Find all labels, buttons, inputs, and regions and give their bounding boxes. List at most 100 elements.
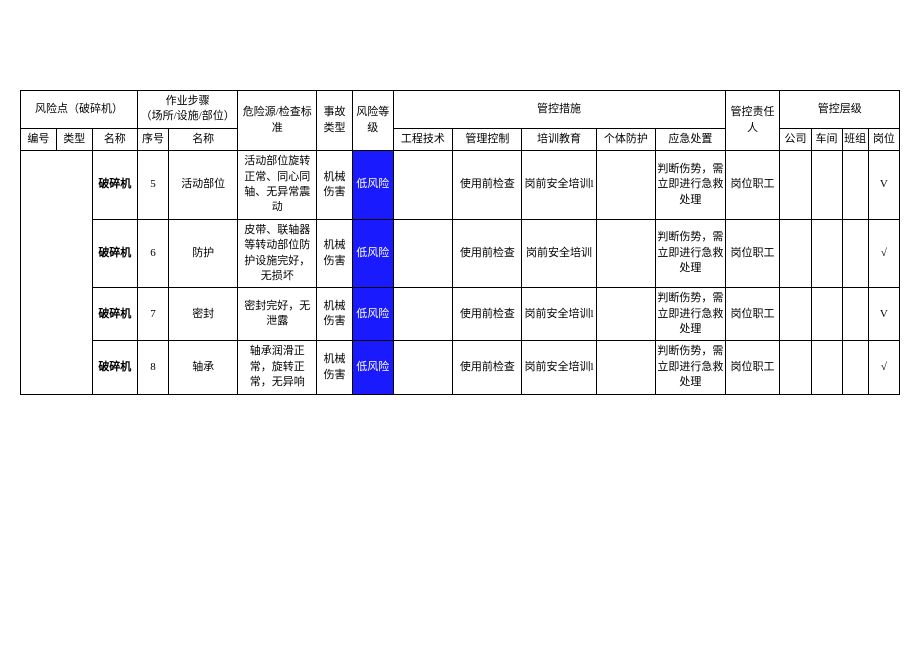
table-row: 破碎机5活动部位活动部位旋转正常、同心同轴、无异常震动机械伤害低风险使用前检查岗… (21, 151, 900, 220)
header-workshop: 车间 (811, 128, 842, 150)
cell-name: 破碎机 (92, 219, 137, 288)
cell-management: 使用前检查 (453, 151, 522, 220)
cell-engineering (393, 288, 453, 341)
cell-ppe (596, 151, 656, 220)
cell-emergency: 判断伤势，需立即进行急救处理 (656, 219, 725, 288)
cell-id (21, 151, 57, 220)
header-management: 管理控制 (453, 128, 522, 150)
header-risk-point: 风险点（破碎机） (21, 91, 138, 129)
cell-ppe (596, 219, 656, 288)
cell-responsible: 岗位职工 (725, 219, 780, 288)
cell-training: 岗前安全培训l (522, 151, 596, 220)
cell-responsible: 岗位职工 (725, 341, 780, 394)
header-post: 岗位 (868, 128, 899, 150)
header-type: 类型 (56, 128, 92, 150)
header-accident: 事故类型 (317, 91, 353, 151)
cell-id (21, 219, 57, 288)
cell-post: V (868, 288, 899, 341)
cell-seq: 5 (138, 151, 169, 220)
header-emergency: 应急处置 (656, 128, 725, 150)
cell-workshop (811, 341, 842, 394)
table-body: 破碎机5活动部位活动部位旋转正常、同心同轴、无异常震动机械伤害低风险使用前检查岗… (21, 151, 900, 394)
cell-emergency: 判断伤势，需立即进行急救处理 (656, 151, 725, 220)
cell-company (780, 151, 811, 220)
cell-level: 低风险 (352, 288, 393, 341)
cell-accident: 机械伤害 (317, 219, 353, 288)
cell-training: 岗前安全培训l (522, 341, 596, 394)
header-control-level: 管控层级 (780, 91, 900, 129)
cell-type (56, 341, 92, 394)
cell-management: 使用前检查 (453, 288, 522, 341)
cell-id (21, 341, 57, 394)
cell-engineering (393, 151, 453, 220)
cell-seq: 7 (138, 288, 169, 341)
risk-table: 风险点（破碎机） 作业步骤 （场所/设施/部位） 危险源/检查标准 事故类型 风… (20, 90, 900, 395)
cell-type (56, 219, 92, 288)
document-page: 风险点（破碎机） 作业步骤 （场所/设施/部位） 危险源/检查标准 事故类型 风… (0, 0, 920, 651)
cell-hazard: 轴承润滑正常，旋转正常，无异响 (238, 341, 317, 394)
cell-company (780, 288, 811, 341)
header-engineering: 工程技术 (393, 128, 453, 150)
cell-emergency: 判断伤势，需立即进行急救处理 (656, 341, 725, 394)
cell-post: V (868, 151, 899, 220)
cell-step: 活动部位 (169, 151, 238, 220)
cell-step: 密封 (169, 288, 238, 341)
cell-workshop (811, 151, 842, 220)
header-risk-level: 风险等级 (352, 91, 393, 151)
cell-responsible: 岗位职工 (725, 151, 780, 220)
cell-name: 破碎机 (92, 288, 137, 341)
header-responsible: 管控责任人 (725, 91, 780, 151)
header-id: 编号 (21, 128, 57, 150)
header-name: 名称 (92, 128, 137, 150)
cell-team (842, 341, 868, 394)
header-ppe: 个体防护 (596, 128, 656, 150)
header-hazard: 危险源/检查标准 (238, 91, 317, 151)
table-row: 破碎机6防护皮带、联轴器等转动部位防护设施完好，无损坏机械伤害低风险使用前检查岗… (21, 219, 900, 288)
cell-type (56, 288, 92, 341)
header-control-measures: 管控措施 (393, 91, 725, 129)
cell-management: 使用前检查 (453, 219, 522, 288)
cell-ppe (596, 288, 656, 341)
cell-id (21, 288, 57, 341)
cell-engineering (393, 341, 453, 394)
cell-seq: 6 (138, 219, 169, 288)
cell-type (56, 151, 92, 220)
cell-team (842, 151, 868, 220)
cell-accident: 机械伤害 (317, 288, 353, 341)
cell-ppe (596, 341, 656, 394)
cell-seq: 8 (138, 341, 169, 394)
header-seq: 序号 (138, 128, 169, 150)
header-work-step: 作业步骤 （场所/设施/部位） (138, 91, 238, 129)
header-company: 公司 (780, 128, 811, 150)
table-row: 破碎机8轴承轴承润滑正常，旋转正常，无异响机械伤害低风险 使用前检查岗前安全培训l… (21, 341, 900, 394)
cell-hazard: 密封完好，无泄露 (238, 288, 317, 341)
cell-hazard: 皮带、联轴器等转动部位防护设施完好，无损坏 (238, 219, 317, 288)
cell-training: 岗前安全培训 (522, 219, 596, 288)
cell-workshop (811, 219, 842, 288)
cell-company (780, 341, 811, 394)
cell-post: √ (868, 219, 899, 288)
cell-emergency: 判断伤势，需立即进行急救处理 (656, 288, 725, 341)
cell-level: 低风险 (352, 341, 393, 394)
cell-name: 破碎机 (92, 341, 137, 394)
cell-training: 岗前安全培训l (522, 288, 596, 341)
cell-hazard: 活动部位旋转正常、同心同轴、无异常震动 (238, 151, 317, 220)
cell-management: 使用前检查 (453, 341, 522, 394)
cell-responsible: 岗位职工 (725, 288, 780, 341)
cell-step: 防护 (169, 219, 238, 288)
cell-step: 轴承 (169, 341, 238, 394)
cell-name: 破碎机 (92, 151, 137, 220)
header-team: 班组 (842, 128, 868, 150)
cell-company (780, 219, 811, 288)
cell-workshop (811, 288, 842, 341)
cell-team (842, 219, 868, 288)
cell-engineering (393, 219, 453, 288)
table-row: 破碎机7密封密封完好，无泄露机械伤害低风险 使用前检查岗前安全培训l 判断伤势，需立… (21, 288, 900, 341)
cell-level: 低风险 (352, 219, 393, 288)
cell-accident: 机械伤害 (317, 341, 353, 394)
cell-team (842, 288, 868, 341)
cell-accident: 机械伤害 (317, 151, 353, 220)
cell-level: 低风险 (352, 151, 393, 220)
header-step-name: 名称 (169, 128, 238, 150)
cell-post: √ (868, 341, 899, 394)
